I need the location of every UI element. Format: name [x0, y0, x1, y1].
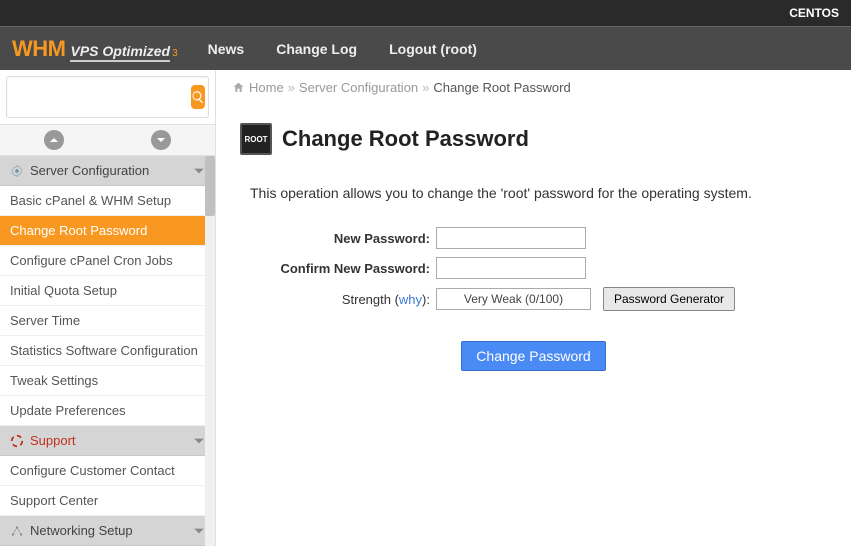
- confirm-password-label: Confirm New Password:: [240, 261, 430, 276]
- why-link[interactable]: why: [399, 292, 422, 307]
- new-password-label: New Password:: [240, 231, 430, 246]
- search-input[interactable]: [15, 86, 191, 108]
- search-box: [6, 76, 209, 118]
- page-title: Change Root Password: [282, 126, 529, 152]
- sidebar-item-cron-jobs[interactable]: Configure cPanel Cron Jobs: [0, 246, 215, 276]
- section-title: Support: [30, 433, 76, 448]
- sidebar-item-tweak-settings[interactable]: Tweak Settings: [0, 366, 215, 396]
- os-topbar: CENTOS: [0, 0, 851, 26]
- logo: WHM VPS Optimized 3: [12, 36, 178, 62]
- home-icon: [232, 81, 245, 94]
- nav-changelog[interactable]: Change Log: [276, 41, 357, 57]
- main-content: Home » Server Configuration » Change Roo…: [216, 70, 851, 546]
- section-head-server-config[interactable]: Server Configuration: [0, 156, 215, 186]
- logo-suffix: 3: [172, 48, 178, 59]
- strength-label: Strength (why):: [240, 292, 430, 307]
- chevron-up-icon: [49, 135, 59, 145]
- sidebar-item-change-root-password[interactable]: Change Root Password: [0, 216, 215, 246]
- search-button[interactable]: [191, 85, 205, 109]
- breadcrumb-current: Change Root Password: [433, 80, 570, 95]
- sidebar-item-initial-quota[interactable]: Initial Quota Setup: [0, 276, 215, 306]
- section-title: Server Configuration: [30, 163, 149, 178]
- breadcrumb-home[interactable]: Home: [249, 80, 284, 95]
- sidebar-item-customer-contact[interactable]: Configure Customer Contact: [0, 456, 215, 486]
- breadcrumb-sep: »: [288, 80, 295, 95]
- sidebar-scrollbar[interactable]: [205, 156, 215, 546]
- arrow-down-button[interactable]: [108, 125, 216, 155]
- logo-vps-text: VPS Optimized: [70, 43, 170, 62]
- sidebar-item-server-time[interactable]: Server Time: [0, 306, 215, 336]
- main-navbar: WHM VPS Optimized 3 News Change Log Logo…: [0, 26, 851, 70]
- sidebar-item-support-center[interactable]: Support Center: [0, 486, 215, 516]
- support-icon: [10, 434, 24, 448]
- sidebar-item-basic-setup[interactable]: Basic cPanel & WHM Setup: [0, 186, 215, 216]
- confirm-password-input[interactable]: [436, 257, 586, 279]
- breadcrumb: Home » Server Configuration » Change Roo…: [216, 70, 851, 105]
- page-heading: ROOT Change Root Password: [240, 123, 827, 155]
- sidebar-item-update-prefs[interactable]: Update Preferences: [0, 396, 215, 426]
- password-generator-button[interactable]: Password Generator: [603, 287, 735, 311]
- nav-arrows: [0, 124, 215, 156]
- nav-logout[interactable]: Logout (root): [389, 41, 477, 57]
- network-icon: [10, 524, 24, 538]
- new-password-input[interactable]: [436, 227, 586, 249]
- arrow-up-button[interactable]: [0, 125, 108, 155]
- section-head-support[interactable]: Support: [0, 426, 215, 456]
- sidebar: Server Configuration Basic cPanel & WHM …: [0, 70, 216, 546]
- change-password-button[interactable]: Change Password: [461, 341, 605, 371]
- os-label: CENTOS: [789, 6, 839, 20]
- search-icon: [191, 90, 205, 104]
- chevron-down-icon: [193, 525, 205, 537]
- strength-meter: Very Weak (0/100): [436, 288, 591, 310]
- sidebar-item-stats-config[interactable]: Statistics Software Configuration: [0, 336, 215, 366]
- section-head-networking[interactable]: Networking Setup: [0, 516, 215, 546]
- page-description: This operation allows you to change the …: [250, 185, 827, 201]
- gear-icon: [10, 164, 24, 178]
- chevron-down-icon: [156, 135, 166, 145]
- logo-whm-text: WHM: [12, 36, 65, 62]
- section-title: Networking Setup: [30, 523, 133, 538]
- breadcrumb-sep: »: [422, 80, 429, 95]
- password-form: New Password: Confirm New Password: Stre…: [240, 227, 827, 371]
- chevron-down-icon: [193, 165, 205, 177]
- chevron-down-icon: [193, 435, 205, 447]
- nav-news[interactable]: News: [208, 41, 245, 57]
- breadcrumb-server-config[interactable]: Server Configuration: [299, 80, 418, 95]
- root-icon: ROOT: [240, 123, 272, 155]
